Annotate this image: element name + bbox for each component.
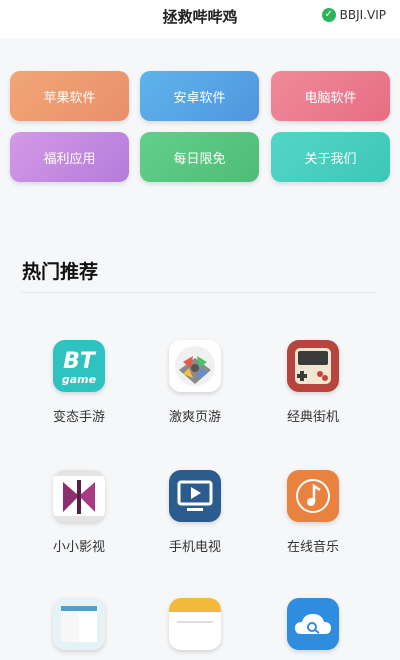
app-item[interactable]: 在线音乐 — [263, 470, 363, 555]
bt-text: BT — [63, 349, 97, 374]
category-android-software-button[interactable]: 安卓软件 — [140, 71, 259, 121]
film-butterfly-icon — [53, 470, 105, 522]
notes-icon — [169, 598, 221, 650]
app-item[interactable] — [145, 598, 245, 660]
site-badge[interactable]: ✓ BBJI.VIP — [321, 8, 386, 22]
music-note-icon — [287, 470, 339, 522]
bt-game-icon: BT game — [53, 340, 105, 392]
app-item[interactable] — [263, 598, 363, 660]
hot-recommend-title: 热门推荐 — [22, 261, 99, 283]
arcade-console-icon — [287, 340, 339, 392]
check-icon: ✓ — [321, 8, 336, 22]
app-label: 在线音乐 — [286, 540, 339, 555]
app-item[interactable]: 手机电视 — [145, 470, 245, 555]
app-item[interactable] — [29, 598, 129, 660]
category-daily-free-button[interactable]: 每日限免 — [140, 132, 259, 182]
category-welfare-apps-button[interactable]: 福利应用 — [10, 132, 129, 182]
app-label: 手机电视 — [168, 540, 221, 555]
app-item[interactable]: 经典街机 — [263, 340, 363, 425]
category-pc-software-button[interactable]: 电脑软件 — [271, 71, 390, 121]
section-divider — [22, 292, 377, 293]
category-about-us-button[interactable]: 关于我们 — [271, 132, 390, 182]
cloud-search-icon — [287, 598, 339, 650]
gamepad-icon — [169, 340, 221, 392]
tv-play-icon — [169, 470, 221, 522]
app-label: 经典街机 — [286, 410, 339, 425]
app-label: 小小影视 — [52, 540, 105, 555]
app-item[interactable]: BT game 变态手游 — [29, 340, 129, 425]
book-icon — [53, 598, 105, 650]
top-bar: 拯救哔哔鸡 ✓ BBJI.VIP — [0, 0, 400, 38]
app-label: 变态手游 — [52, 410, 105, 425]
site-badge-label: BBJI.VIP — [339, 8, 386, 22]
game-text: game — [62, 373, 97, 386]
app-item[interactable]: 小小影视 — [29, 470, 129, 555]
app-label: 激爽页游 — [168, 410, 221, 425]
app-item[interactable]: 激爽页游 — [145, 340, 245, 425]
category-apple-software-button[interactable]: 苹果软件 — [10, 71, 129, 121]
